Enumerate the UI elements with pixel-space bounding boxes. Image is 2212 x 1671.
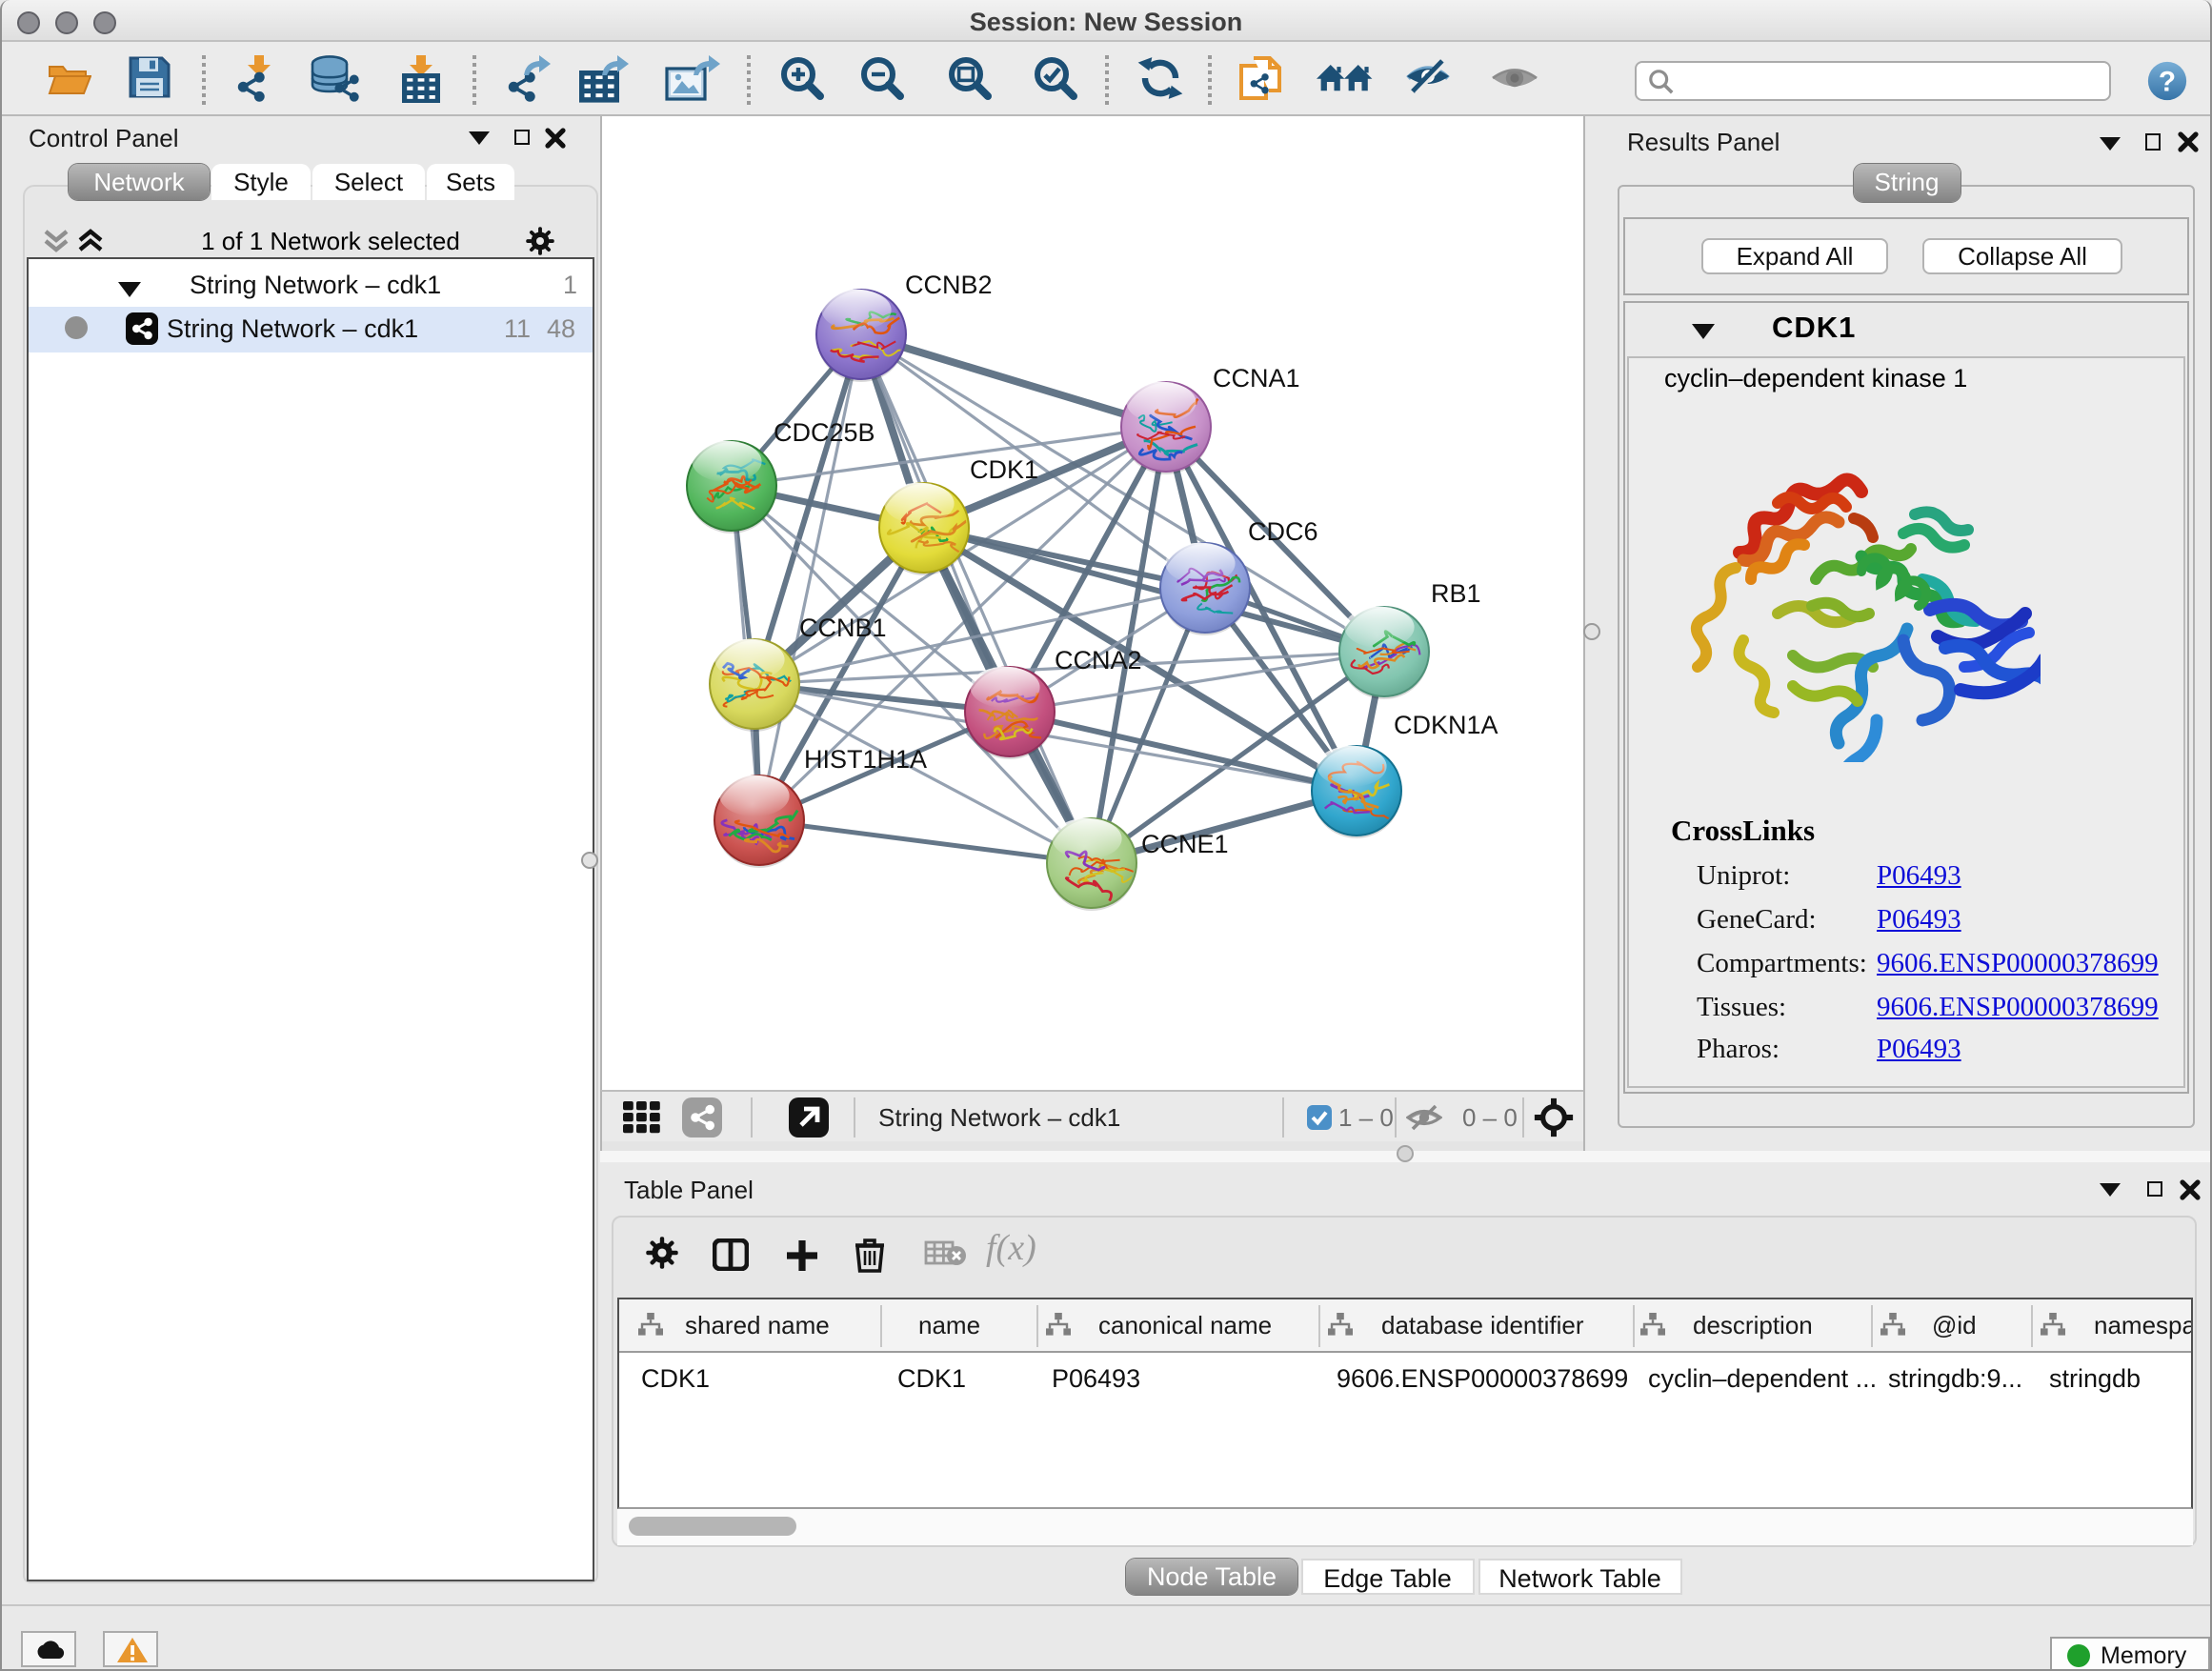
svg-text:CCNE1: CCNE1	[1141, 830, 1229, 858]
svg-text:CCNB1: CCNB1	[799, 614, 887, 642]
svg-text:CDC6: CDC6	[1248, 517, 1318, 546]
svg-text:CCNA1: CCNA1	[1213, 364, 1300, 393]
svg-text:?: ?	[2158, 66, 2175, 97]
svg-text:HIST1H1A: HIST1H1A	[804, 745, 927, 774]
svg-text:CDKN1A: CDKN1A	[1394, 711, 1498, 739]
svg-text:CCNB2: CCNB2	[905, 271, 993, 299]
svg-text:CDK1: CDK1	[970, 455, 1038, 484]
svg-text:CCNA2: CCNA2	[1055, 646, 1142, 674]
svg-text:CDC25B: CDC25B	[774, 418, 875, 447]
svg-text:RB1: RB1	[1431, 579, 1481, 608]
